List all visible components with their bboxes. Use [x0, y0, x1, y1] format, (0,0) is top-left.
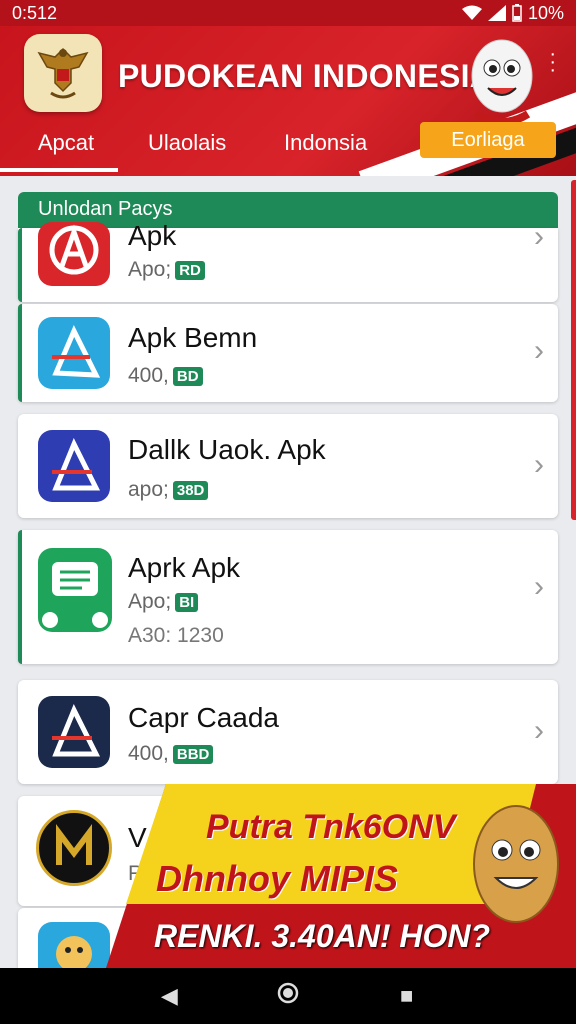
app-meta-secondary: A30: 1230	[128, 624, 224, 647]
status-time: 0:512	[12, 2, 58, 23]
promo-subheadline: Dhnhoy MIPIS	[156, 858, 398, 899]
app-meta: 400, BBD	[128, 742, 214, 766]
m-coin-logo-icon	[36, 810, 112, 886]
home-icon[interactable]	[268, 981, 308, 1011]
chevron-right-icon: ›	[534, 714, 544, 747]
app-badge: BBD	[172, 744, 214, 764]
promo-banner[interactable]: Putra Tnk6ONV Dhnhoy MIPIS RENKI. 3.40AN…	[106, 784, 576, 968]
app-meta: Apo; BI	[128, 590, 199, 614]
app-header: PUDOKEAN INDONESIA · · · Apcat Ulaolais In…	[0, 26, 576, 176]
tab-indonsia[interactable]: Indonsia	[284, 130, 367, 156]
potato-mascot-icon	[473, 805, 559, 923]
promo-headline: Putra Tnk6ONV	[206, 808, 456, 846]
wifi-icon	[461, 5, 482, 20]
status-icons: 10%	[461, 2, 564, 24]
tab-bar: Apcat Ulaolais Indonsia Eorliaga	[0, 122, 576, 172]
navy-a-logo-icon	[38, 430, 110, 502]
app-meta: 400, BD	[128, 364, 203, 388]
active-tab-indicator	[0, 168, 118, 172]
battery-level: 10%	[527, 2, 564, 23]
blue-a-logo-icon	[38, 317, 110, 389]
app-title: PUDOKEAN INDONESIA	[118, 58, 494, 94]
app-name: Capr Caada	[128, 702, 279, 733]
app-name: Aprk Apk	[128, 552, 241, 583]
chevron-right-icon: ›	[534, 570, 544, 603]
recents-icon[interactable]: ■	[387, 983, 427, 1009]
chevron-right-icon: ›	[534, 448, 544, 481]
app-name: Dallk Uaok. Apk	[128, 434, 326, 465]
chevron-right-icon: ›	[534, 334, 544, 367]
garuda-logo-icon	[24, 34, 102, 112]
list-item[interactable]: Capr Caada 400, BBD ›	[18, 680, 558, 784]
app-badge: RD	[175, 260, 205, 280]
tab-apcat[interactable]: Apcat	[30, 130, 102, 156]
tab-ulaolais[interactable]: Ulaolais	[148, 130, 226, 156]
app-badge: 38D	[172, 480, 209, 500]
app-badge: BI	[175, 592, 199, 612]
mascot-app-icon	[38, 922, 110, 968]
green-chat-logo-icon	[38, 548, 112, 632]
app-meta: Apo; RD	[128, 258, 205, 282]
battery-icon	[512, 4, 522, 22]
list-item[interactable]: Apk Bemn 400, BD ›	[18, 304, 558, 402]
status-bar: 0:512 10%	[0, 0, 576, 26]
chevron-right-icon: ›	[534, 220, 544, 253]
app-badge: BD	[172, 366, 203, 386]
red-a-logo-icon	[38, 222, 110, 286]
scroll-edge	[571, 180, 576, 520]
mascot-icon	[471, 39, 533, 126]
eorliaga-button[interactable]: Eorliaga	[420, 122, 556, 158]
app-name: Apk	[128, 220, 177, 251]
list-item[interactable]: Aprk Apk Apo; BI A30: 1230 ›	[18, 530, 558, 664]
app-name: Apk Bemn	[128, 322, 258, 353]
dark-a-logo-icon	[38, 696, 110, 768]
system-nav-bar: ◀ ■	[0, 968, 576, 1024]
signal-icon	[487, 5, 506, 21]
list-item[interactable]: Dallk Uaok. Apk apo; 38D ›	[18, 414, 558, 518]
overflow-menu-icon[interactable]: · · ·	[549, 44, 556, 80]
promo-tagline: RENKI. 3.40AN! HON?	[154, 918, 491, 954]
app-meta: apo; 38D	[128, 478, 209, 502]
back-icon[interactable]: ◀	[149, 983, 189, 1009]
list-item[interactable]: Apk Apo; RD ›	[18, 220, 558, 302]
